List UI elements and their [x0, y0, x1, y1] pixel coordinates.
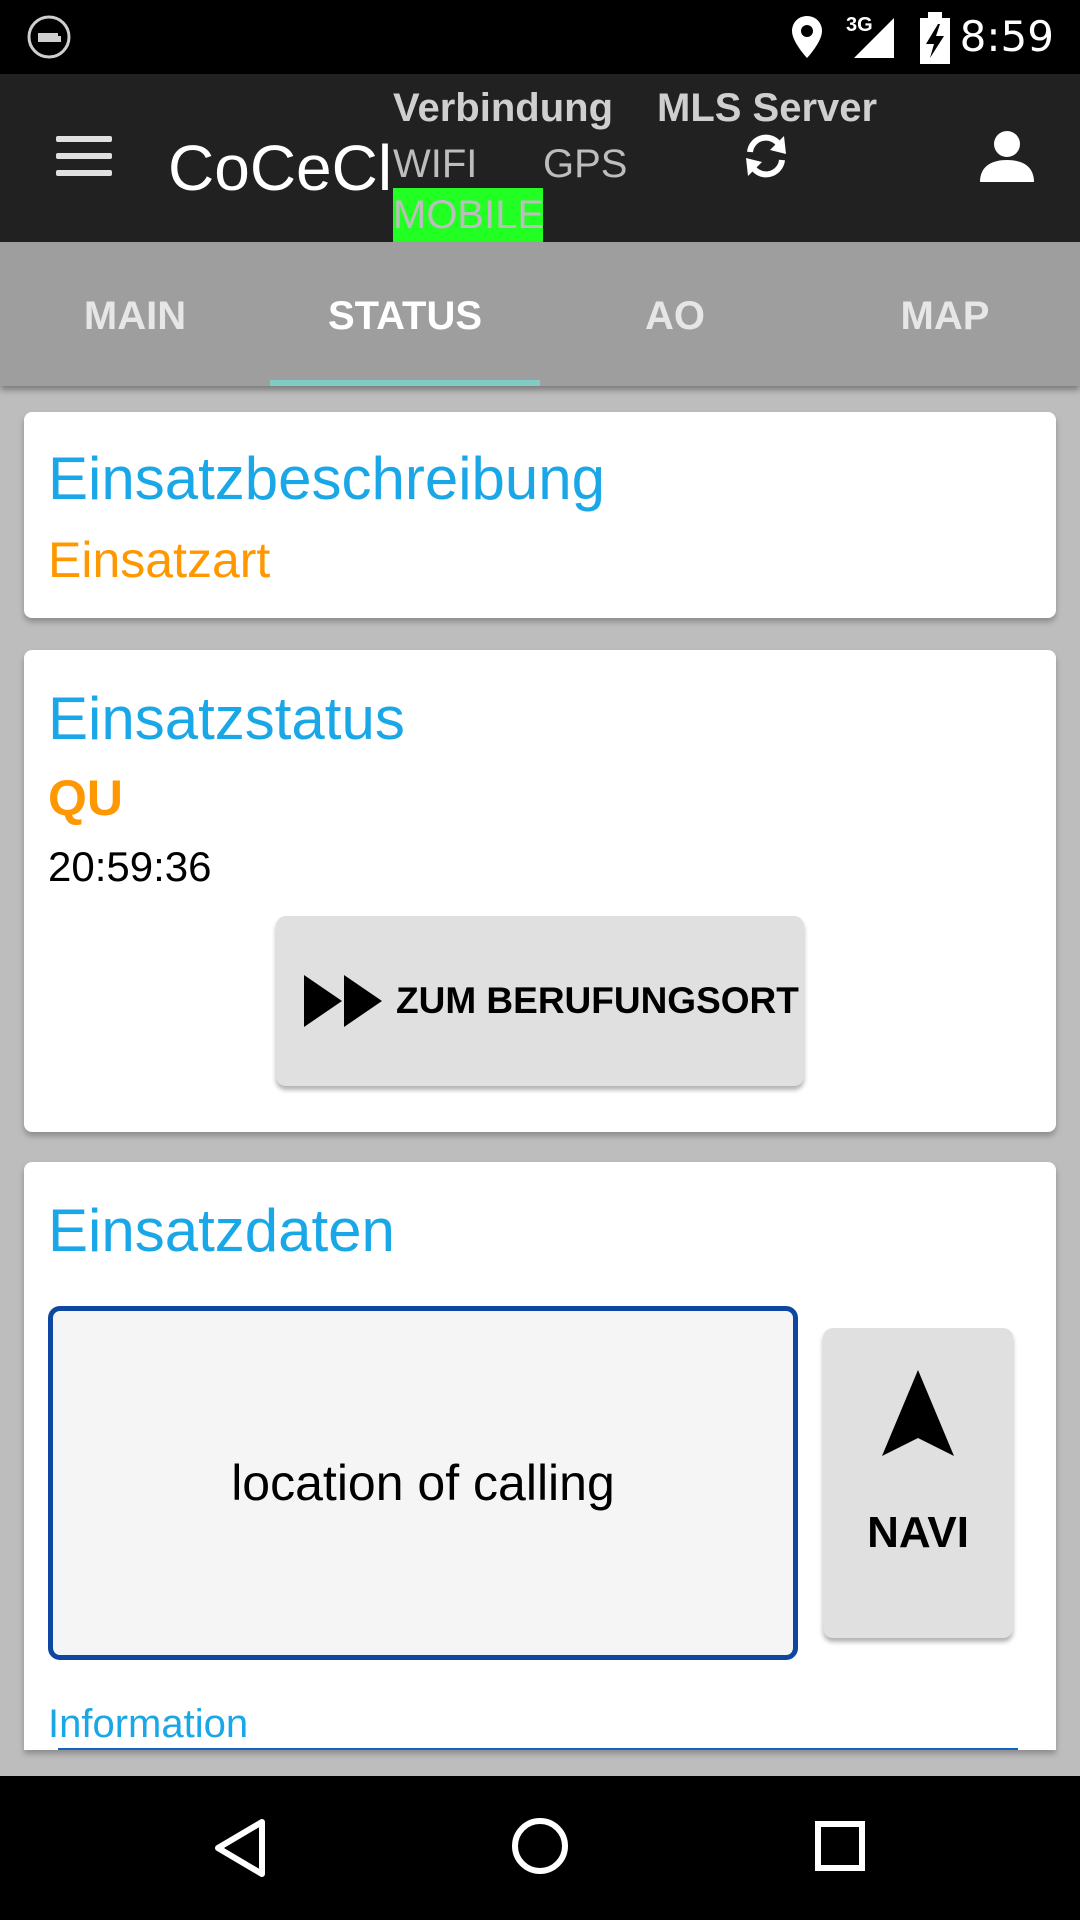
signal-3g-icon [854, 18, 894, 58]
card-title: Einsatzstatus [48, 685, 405, 752]
zum-berufungsort-button[interactable]: ZUM BERUFUNGSORT [276, 916, 804, 1086]
card-title: Einsatzdaten [48, 1197, 395, 1264]
tab-ao[interactable]: AO [540, 242, 810, 386]
connection-mobile-indicator: MOBILE [393, 188, 544, 242]
status-time: 20:59:36 [48, 843, 212, 890]
navi-label: NAVI [867, 1508, 969, 1557]
navigation-arrow-icon [882, 1370, 954, 1456]
status-bar: 3G 8:59 [0, 0, 1080, 74]
battery-charging-icon [920, 12, 950, 64]
active-tab-indicator [270, 380, 540, 386]
connection-gps-indicator: GPS [543, 142, 628, 186]
account-icon[interactable] [976, 126, 1038, 188]
app-title: CoCeCl [168, 132, 388, 204]
location-field[interactable]: location of calling [48, 1306, 798, 1660]
tab-map[interactable]: MAP [810, 242, 1080, 386]
status-code: QU [48, 770, 123, 826]
information-field-top [58, 1748, 1018, 1750]
menu-icon[interactable] [40, 124, 130, 194]
app-notification-icon [27, 15, 71, 59]
einsatzbeschreibung-card: Einsatzbeschreibung Einsatzart [24, 412, 1056, 618]
recents-icon[interactable] [814, 1820, 866, 1872]
home-icon[interactable] [510, 1816, 570, 1876]
app-bar: CoCeCl Verbindung MLS Server WIFI GPS MO… [0, 74, 1080, 242]
navi-button[interactable]: NAVI [823, 1328, 1013, 1638]
system-nav-bar [0, 1776, 1080, 1920]
refresh-icon[interactable] [740, 130, 792, 182]
mls-server-label: MLS Server [657, 86, 878, 130]
verbindung-label: Verbindung [393, 86, 613, 130]
tab-bar: MAIN STATUS AO MAP [0, 242, 1080, 386]
einsatzart-label: Einsatzart [48, 532, 271, 588]
tab-status[interactable]: STATUS [270, 242, 540, 386]
information-label: Information [48, 1702, 249, 1746]
tab-main[interactable]: MAIN [0, 242, 270, 386]
zum-berufungsort-label: ZUM BERUFUNGSORT [396, 980, 799, 1021]
fast-forward-icon [304, 975, 382, 1027]
clock-time: 8:59 [959, 12, 1054, 61]
connection-wifi-indicator: WIFI [393, 142, 478, 186]
location-icon [792, 16, 822, 58]
back-icon[interactable] [210, 1816, 272, 1880]
card-title: Einsatzbeschreibung [48, 445, 606, 512]
location-text: location of calling [231, 1455, 615, 1511]
